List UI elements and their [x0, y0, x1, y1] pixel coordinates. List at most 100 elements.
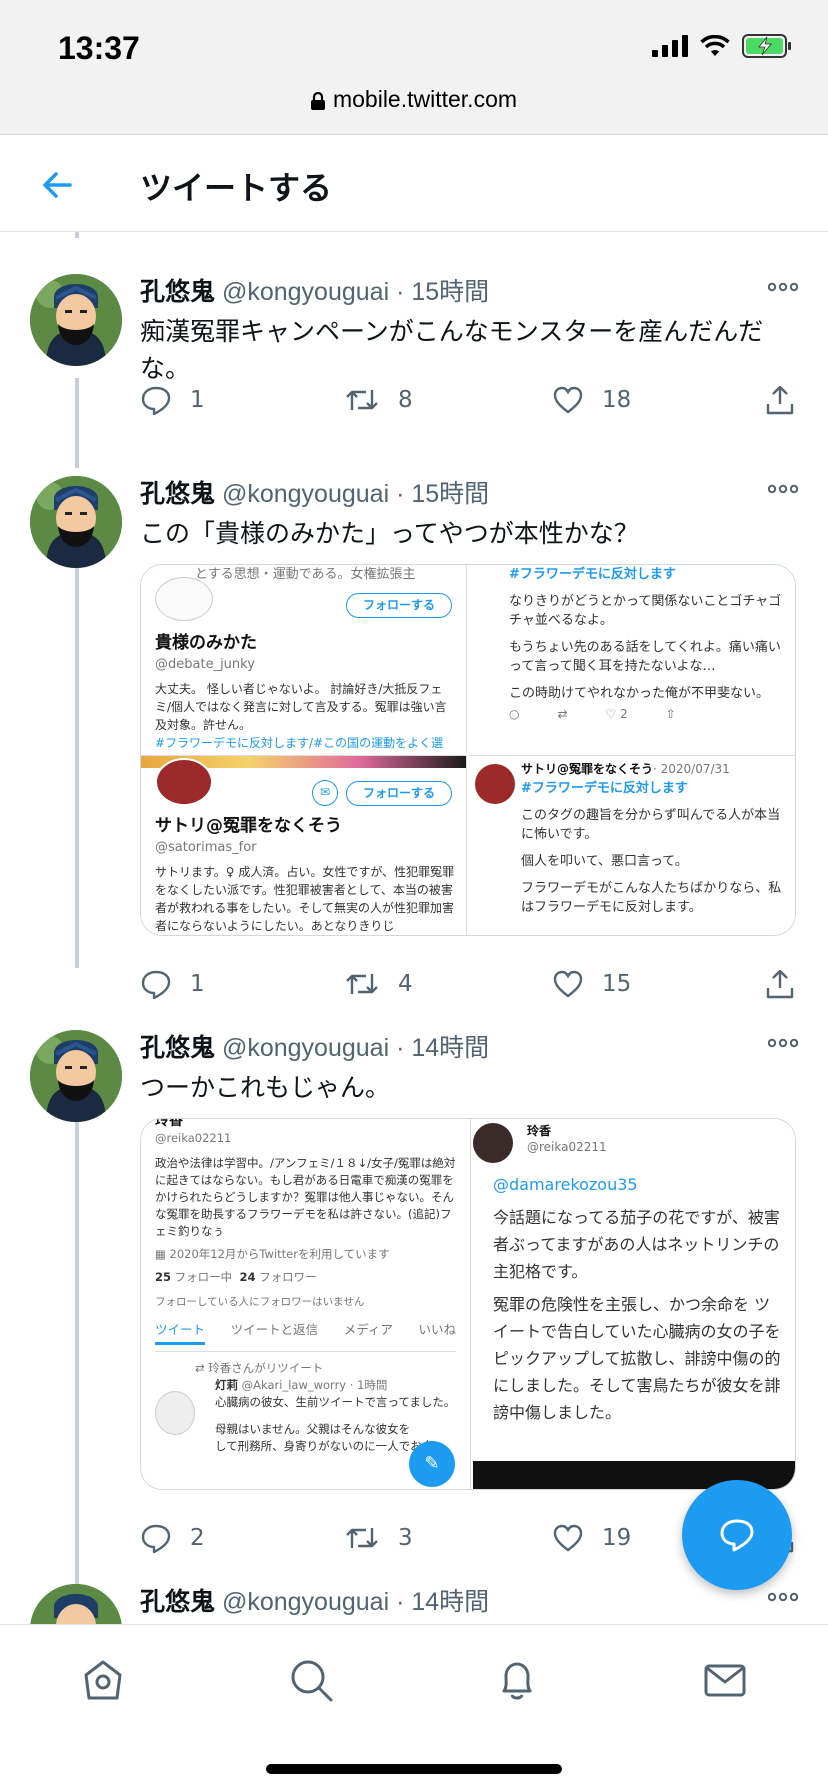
compose-icon — [720, 1519, 754, 1552]
tweet-actions: 1 8 18 — [140, 384, 800, 420]
like-button[interactable]: 15 — [552, 968, 631, 1000]
reply-count: 2 — [190, 1525, 205, 1551]
share-button[interactable] — [764, 968, 796, 1000]
image-text: 大丈夫。 怪しい者じゃないよ。 討論好き/大抵反フェミ/個人ではなく発言に対して… — [155, 682, 447, 732]
tweet[interactable]: 孔悠鬼 @kongyouguai · 15時間 この「貴様のみかた」ってやつが本… — [0, 464, 828, 1020]
reply-button[interactable]: 1 — [140, 968, 205, 1000]
image-text: この時助けてやれなかった俺が不甲斐ない。 — [509, 686, 770, 701]
user-handle[interactable]: @kongyouguai — [222, 1034, 389, 1062]
tweet-text: この「貴様のみかた」ってやつが本性かな？ — [140, 520, 639, 548]
signal-icon — [652, 35, 688, 57]
image-tabs: ツイート ツイートと返信 メディア いいね — [155, 1321, 456, 1352]
home-indicator[interactable] — [266, 1764, 562, 1774]
retweet-button[interactable]: 8 — [344, 384, 413, 416]
user-name[interactable]: 孔悠鬼 — [140, 480, 215, 508]
more-icon[interactable] — [768, 280, 798, 294]
tweet-text: 痴漢冤罪キャンペーンがこんなモンスターを産んだんだな。 — [140, 318, 764, 383]
user-handle[interactable]: @kongyouguai — [222, 278, 389, 306]
search-icon[interactable] — [288, 1657, 334, 1703]
more-icon[interactable] — [768, 482, 798, 496]
image-text: ツイートと返信 — [230, 1322, 319, 1337]
retweet-icon — [346, 1528, 378, 1548]
separator-dot: · — [389, 1588, 412, 1616]
tweet-time[interactable]: 15時間 — [411, 278, 489, 306]
image-text: @reika02211 — [527, 1140, 607, 1154]
retweet-button[interactable]: 3 — [344, 1522, 413, 1554]
user-handle[interactable]: @kongyouguai — [222, 480, 389, 508]
image-text: @debate_junky — [155, 657, 255, 672]
image-text: @reika02211 — [155, 1131, 232, 1145]
like-icon — [553, 1524, 583, 1552]
image-text: 心臓病の彼女、生前ツイートで言ってました。 — [215, 1395, 456, 1409]
image-pane: #フラワーデモに反対します なりきりがどうとかって関係ないことゴチャゴチャ並べる… — [469, 565, 795, 753]
reply-button[interactable]: 2 — [140, 1522, 205, 1554]
image-text: フォロワー — [259, 1270, 317, 1284]
lock-icon — [310, 91, 325, 110]
url-bar[interactable]: mobile.twitter.com — [0, 86, 828, 113]
bell-icon[interactable] — [494, 1657, 540, 1703]
image-text: @damarekozou35 — [493, 1175, 638, 1194]
new-message-button[interactable] — [682, 1480, 792, 1590]
image-pane: サトリ@冤罪をなくそう· 2020/07/31 #フラワーデモに反対します この… — [469, 755, 795, 935]
avatar[interactable] — [30, 274, 122, 366]
share-button[interactable] — [764, 384, 796, 416]
user-name[interactable]: 孔悠鬼 — [140, 1034, 215, 1062]
retweet-button[interactable]: 4 — [344, 968, 413, 1000]
image-text: 政治や法律は学習中。/アンフェミ/１８↓/女子/冤罪は絶対に起きてはならない。も… — [155, 1156, 456, 1238]
avatar[interactable] — [30, 1030, 122, 1122]
tweet-media-image[interactable]: とする思想・運動である。女権拡張主 フォローする 貴様のみかた @debate_… — [140, 564, 796, 936]
battery-icon — [742, 34, 791, 58]
tweet-time[interactable]: 14時間 — [411, 1034, 489, 1062]
image-text: 25 フォロー中 24 フォロワー — [155, 1269, 456, 1286]
like-button[interactable]: 19 — [552, 1522, 631, 1554]
image-pane: ✉ フォローする サトリ@冤罪をなくそう @satorimas_for サトリます… — [141, 755, 467, 935]
share-icon — [766, 969, 794, 999]
mail-icon[interactable] — [702, 1657, 748, 1703]
like-count: 19 — [602, 1525, 632, 1551]
image-text: 母親はいません。父親はそんな彼女を — [215, 1422, 411, 1436]
image-text: 個人を叩いて、悪口言って。 — [521, 854, 688, 869]
home-icon[interactable] — [80, 1657, 126, 1703]
reply-button[interactable]: 1 — [140, 384, 205, 416]
tweet[interactable]: 孔悠鬼 @kongyouguai · 15時間 痴漢冤罪キャンペーンがこんなモン… — [0, 262, 828, 452]
image-text: サトリ@冤罪をなくそう — [155, 816, 342, 836]
tweet-user-line: 孔悠鬼 @kongyouguai · 15時間 — [140, 474, 489, 510]
retweet-count: 8 — [398, 387, 413, 413]
retweet-icon — [346, 974, 378, 994]
avatar[interactable] — [30, 1584, 122, 1624]
image-pane: 玲香 @reika02211 政治や法律は学習中。/アンフェミ/１８↓/女子/冤… — [141, 1119, 471, 1489]
tweet[interactable]: 孔悠鬼 @kongyouguai · 14時間 — [0, 1572, 828, 1624]
back-arrow-icon[interactable] — [38, 165, 78, 205]
reply-icon — [141, 386, 171, 416]
compose-icon: ✎ — [409, 1441, 455, 1487]
tweet-user-line: 孔悠鬼 @kongyouguai · 14時間 — [140, 1582, 489, 1618]
avatar — [473, 1123, 513, 1163]
like-button[interactable]: 18 — [552, 384, 631, 416]
tweet-media-image[interactable]: 玲香 @reika02211 政治や法律は学習中。/アンフェミ/１８↓/女子/冤… — [140, 1118, 796, 1490]
user-handle[interactable]: @kongyouguai — [222, 1588, 389, 1616]
user-name[interactable]: 孔悠鬼 — [140, 1588, 215, 1616]
like-count: 15 — [602, 971, 632, 997]
image-text: 玲香さんがリツイート — [208, 1361, 324, 1375]
image-text: ツイート — [155, 1321, 206, 1345]
tweet-time[interactable]: 15時間 — [411, 480, 489, 508]
user-name[interactable]: 孔悠鬼 — [140, 278, 215, 306]
more-icon[interactable] — [768, 1590, 798, 1604]
image-text: とする思想・運動である。女権拡張主 — [195, 567, 416, 582]
avatar[interactable] — [30, 476, 122, 568]
separator-dot: · — [389, 1034, 412, 1062]
like-icon — [553, 386, 583, 414]
image-text: サトリます。♀ 成人済。占い。女性ですが、性犯罪冤罪をなくしたい派です。性犯罪被… — [155, 865, 455, 933]
reply-count: 1 — [190, 387, 205, 413]
more-icon[interactable] — [768, 1036, 798, 1050]
image-text: フォロー中 — [174, 1270, 233, 1284]
image-text: · 2020/07/31 — [653, 762, 730, 776]
image-text: @satorimas_for — [155, 840, 257, 855]
tweet-time[interactable]: 14時間 — [411, 1588, 489, 1616]
tweet-thread[interactable]: 孔悠鬼 @kongyouguai · 15時間 痴漢冤罪キャンペーンがこんなモン… — [0, 232, 828, 1624]
image-text: メディア — [343, 1322, 393, 1337]
image-pane: とする思想・運動である。女権拡張主 フォローする 貴様のみかた @debate_… — [141, 565, 467, 753]
image-text: 玲香 — [155, 1119, 183, 1129]
like-count: 18 — [602, 387, 632, 413]
image-text: #フラワーデモに反対します — [521, 781, 688, 796]
